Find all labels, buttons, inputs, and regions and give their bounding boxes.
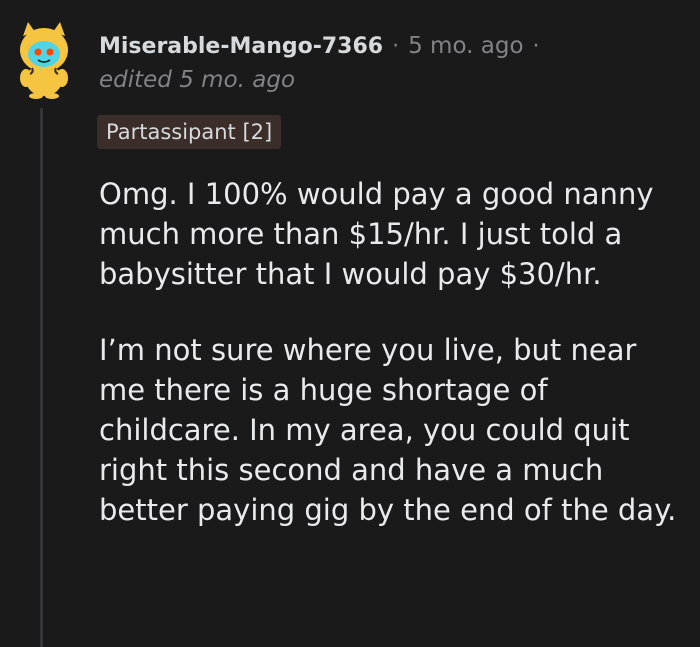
comment-timestamp[interactable]: 5 mo. ago [408,30,523,62]
meta-separator: · [392,34,400,59]
comment-meta: Miserable-Mango-7366 · 5 mo. ago · edite… [99,30,690,95]
comment-body: Omg. I 100% would pay a good nanny much … [99,174,689,530]
comment-paragraph: Omg. I 100% would pay a good nanny much … [99,177,654,291]
edited-label: edited 5 mo. ago [99,67,296,93]
comment-author[interactable]: Miserable-Mango-7366 [99,31,383,63]
snoo-avatar-icon [20,14,68,99]
thread-line[interactable] [40,108,43,647]
meta-separator-trailing: · [532,34,540,59]
comment-paragraph: I’m not sure where you live, but near me… [99,333,677,527]
user-avatar[interactable] [14,14,74,100]
user-flair: Partassipant [2] [97,115,282,149]
meta-row: Miserable-Mango-7366 · 5 mo. ago · [99,30,690,63]
